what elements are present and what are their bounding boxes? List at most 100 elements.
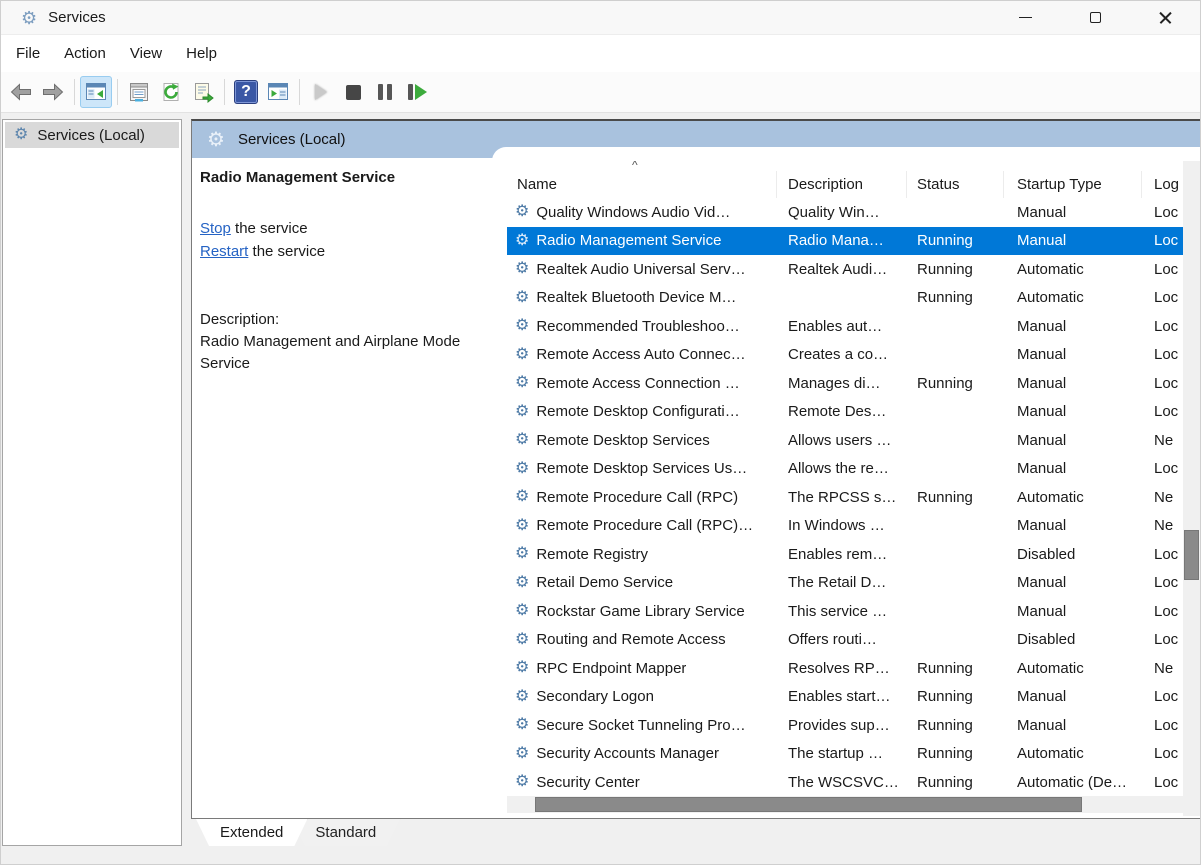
service-row[interactable]: ⚙ Rockstar Game Library Service This serv…	[507, 597, 1185, 626]
vertical-scrollbar[interactable]	[1183, 161, 1200, 816]
service-description-cell: The Retail D…	[788, 574, 887, 592]
service-log-on-as-cell: Loc	[1154, 346, 1179, 364]
service-row[interactable]: ⚙ Realtek Audio Universal Serv… Realtek A…	[507, 255, 1185, 284]
service-row[interactable]: ⚙ Secure Socket Tunneling Pro… Provides s…	[507, 711, 1185, 740]
banner-title: Services (Local)	[237, 131, 346, 148]
selected-service-name: Radio Management Service	[200, 169, 396, 186]
pause-service-button[interactable]	[369, 76, 401, 108]
service-gear-icon: ⚙	[515, 460, 530, 477]
stop-service-link[interactable]: Stop	[200, 220, 231, 237]
window-controls	[990, 1, 1200, 34]
service-log-on-as-cell: Loc	[1154, 574, 1179, 592]
service-description-cell: In Windows …	[788, 517, 885, 535]
column-header-name[interactable]: Name ^	[507, 161, 777, 198]
service-name: Security Accounts Manager	[536, 745, 719, 763]
column-header-description[interactable]: Description	[777, 171, 907, 198]
service-description-cell: The startup …	[788, 745, 884, 763]
properties-icon	[130, 83, 148, 102]
maximize-button[interactable]	[1060, 1, 1130, 34]
service-name: Remote Desktop Services	[536, 431, 710, 449]
menu-item-file[interactable]: File	[4, 39, 52, 69]
service-row[interactable]: ⚙ Security Center The WSCSVC… Running Aut…	[507, 768, 1185, 797]
service-name: Routing and Remote Access	[536, 631, 726, 649]
service-row[interactable]: ⚙ Remote Desktop Services Us… Allows the …	[507, 455, 1185, 484]
vertical-scrollbar-thumb[interactable]	[1184, 530, 1199, 580]
service-row[interactable]: ⚙ Realtek Bluetooth Device M… Running Aut…	[507, 284, 1185, 313]
services-window: ⚙ Services File Action View Help ? ⚙ Ser…	[0, 0, 1201, 865]
show-action-pane-icon	[268, 83, 288, 100]
service-gear-icon: ⚙	[515, 745, 530, 762]
service-gear-icon: ⚙	[515, 631, 530, 648]
service-startup-type-cell: Manual	[1017, 346, 1067, 364]
service-gear-icon: ⚙	[515, 403, 530, 420]
column-header-status[interactable]: Status	[907, 171, 1004, 198]
service-description: Description: Radio Management and Airpla…	[200, 309, 482, 375]
service-gear-icon: ⚙	[515, 203, 530, 221]
tab-standard[interactable]: Standard	[291, 819, 400, 846]
tree-item-services-local[interactable]: ⚙ Services (Local)	[5, 122, 179, 148]
menu-item-view[interactable]: View	[118, 39, 174, 69]
horizontal-scrollbar-thumb[interactable]	[535, 797, 1082, 812]
service-row[interactable]: ⚙ Quality Windows Audio Vid… Quality Win……	[507, 198, 1185, 227]
help-button[interactable]: ?	[230, 76, 262, 108]
stop-service-button[interactable]	[337, 76, 369, 108]
service-name: Remote Registry	[536, 545, 649, 563]
service-row[interactable]: ⚙ Remote Procedure Call (RPC) The RPCSS s…	[507, 483, 1185, 512]
service-gear-icon: ⚙	[515, 517, 530, 534]
service-row[interactable]: ⚙ Routing and Remote Access Offers routi……	[507, 626, 1185, 655]
service-log-on-as-cell: Loc	[1154, 374, 1179, 392]
service-name: Remote Desktop Services Us…	[536, 460, 748, 478]
service-row[interactable]: ⚙ Remote Desktop Services Allows users … …	[507, 426, 1185, 455]
service-row[interactable]: ⚙ Remote Access Connection … Manages di… …	[507, 369, 1185, 398]
minimize-button[interactable]	[990, 1, 1060, 34]
service-log-on-as-cell: Loc	[1154, 688, 1179, 706]
forward-button[interactable]	[37, 76, 69, 108]
service-log-on-as-cell: Loc	[1154, 631, 1179, 649]
show-console-tree-button[interactable]	[80, 76, 112, 108]
service-description-cell: The WSCSVC…	[788, 773, 899, 791]
service-description-cell: Quality Win…	[788, 203, 880, 221]
service-description-cell: The RPCSS s…	[788, 488, 897, 506]
properties-button[interactable]	[123, 76, 155, 108]
service-name: Realtek Bluetooth Device M…	[536, 289, 737, 307]
menu-item-help[interactable]: Help	[174, 39, 229, 69]
service-log-on-as-cell: Loc	[1154, 260, 1179, 278]
service-description-cell: Enables rem…	[788, 545, 888, 563]
horizontal-scrollbar[interactable]	[507, 796, 1185, 813]
maximize-icon	[1089, 12, 1101, 23]
tab-extended[interactable]: Extended	[196, 819, 307, 846]
service-row[interactable]: ⚙ RPC Endpoint Mapper Resolves RP… Runnin…	[507, 654, 1185, 683]
service-startup-type-cell: Automatic	[1017, 488, 1084, 506]
toolbar-separator	[224, 79, 225, 105]
start-service-button[interactable]	[305, 76, 337, 108]
show-action-pane-button[interactable]	[262, 76, 294, 108]
service-row[interactable]: ⚙ Remote Registry Enables rem… Disabled L…	[507, 540, 1185, 569]
service-startup-type-cell: Automatic	[1017, 260, 1084, 278]
service-startup-type-cell: Manual	[1017, 203, 1067, 221]
back-icon	[10, 83, 31, 101]
service-row[interactable]: ⚙ Remote Procedure Call (RPC)… In Windows…	[507, 512, 1185, 541]
service-row[interactable]: ⚙ Secondary Logon Enables start… Running …	[507, 683, 1185, 712]
column-header-startup-type[interactable]: Startup Type	[1004, 171, 1142, 198]
service-row[interactable]: ⚙ Remote Access Auto Connec… Creates a co…	[507, 341, 1185, 370]
service-row[interactable]: ⚙ Retail Demo Service The Retail D… Manua…	[507, 569, 1185, 598]
export-list-icon	[195, 83, 214, 104]
service-log-on-as-cell: Loc	[1154, 773, 1179, 791]
service-row[interactable]: ⚙ Recommended Troubleshoo… Enables aut… M…	[507, 312, 1185, 341]
restart-service-button[interactable]	[401, 76, 433, 108]
back-button[interactable]	[5, 76, 37, 108]
service-name: Recommended Troubleshoo…	[536, 317, 740, 335]
restart-service-link[interactable]: Restart	[200, 243, 248, 260]
menu-item-action[interactable]: Action	[52, 39, 118, 69]
sort-ascending-icon: ^	[632, 161, 638, 172]
service-name: Remote Access Connection …	[536, 374, 740, 392]
refresh-button[interactable]	[155, 76, 187, 108]
column-header-log-on-as[interactable]: Log	[1142, 171, 1185, 198]
service-row[interactable]: ⚙ Remote Desktop Configurati… Remote Des……	[507, 398, 1185, 427]
service-row[interactable]: ⚙ Radio Management Service Radio Mana… Ru…	[507, 226, 1185, 255]
service-row[interactable]: ⚙ Security Accounts Manager The startup ……	[507, 740, 1185, 769]
service-startup-type-cell: Manual	[1017, 574, 1067, 592]
close-button[interactable]	[1130, 1, 1200, 34]
service-startup-type-cell: Disabled	[1017, 545, 1076, 563]
export-list-button[interactable]	[187, 76, 219, 108]
